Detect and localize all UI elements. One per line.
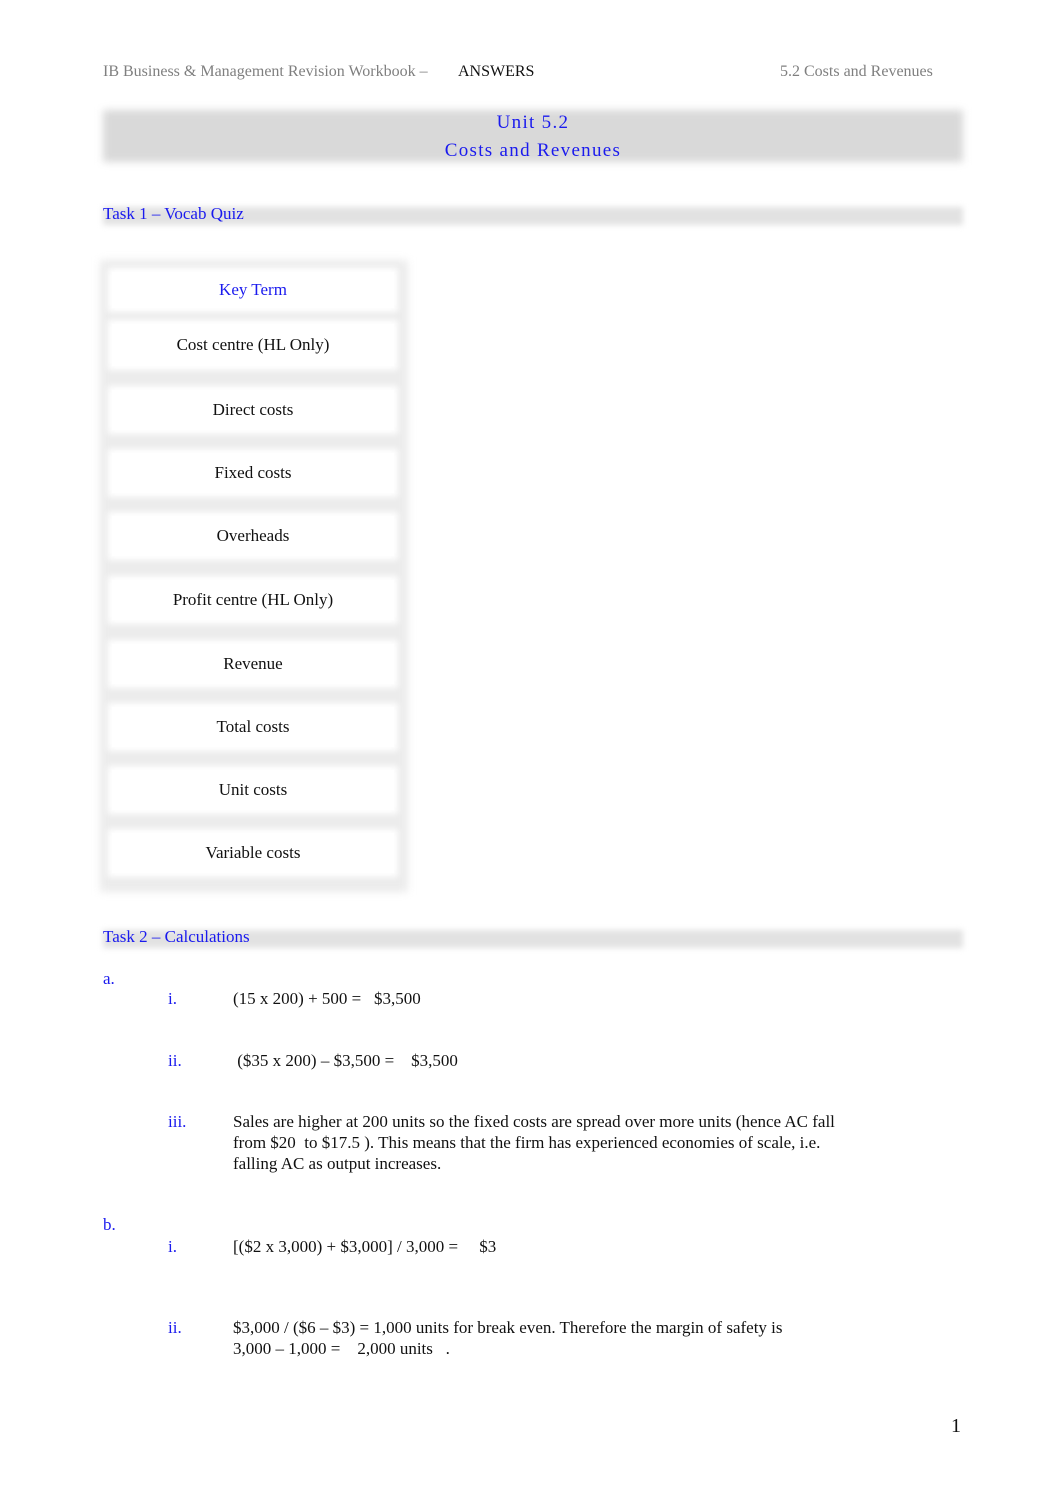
vocab-term: Overheads (216, 526, 290, 545)
part-a-iii-answer: Sales are higher at 200 units so the fix… (233, 1112, 835, 1173)
vocab-term: Total costs (216, 717, 290, 736)
page-number: 1 (951, 1415, 961, 1437)
vocab-term: Variable costs (205, 843, 301, 862)
vocab-term-row: Direct costs (112, 390, 394, 430)
part-a-i-number: i. (168, 989, 177, 1008)
vocab-term-row: Profit centre (HL Only) (112, 580, 394, 620)
vocab-term: Fixed costs (214, 463, 292, 482)
unit-number: Unit 5.2 (496, 112, 570, 133)
part-a-i-answer: (15 x 200) + 500 = $3,500 (233, 989, 421, 1008)
header-workbook-title: IB Business & Management Revision Workbo… (103, 63, 428, 80)
task2-heading: Task 2 – Calculations (103, 927, 250, 946)
vocab-term-row: Fixed costs (112, 453, 394, 493)
part-a-label: a. (103, 969, 115, 988)
part-b-label: b. (103, 1215, 116, 1234)
vocab-term: Cost centre (HL Only) (176, 335, 330, 354)
vocab-table-header: Key Term (112, 272, 394, 308)
part-b-ii-answer: $3,000 / ($6 – $3) = 1,000 units for bre… (233, 1318, 783, 1358)
vocab-term-row: Total costs (112, 707, 394, 747)
unit-title: Costs and Revenues (444, 140, 622, 161)
part-b-ii-number: ii. (168, 1318, 182, 1337)
vocab-term-row: Variable costs (112, 833, 394, 873)
vocab-term: Profit centre (HL Only) (172, 590, 334, 609)
part-a-ii-answer: ($35 x 200) – $3,500 = $3,500 (233, 1051, 458, 1070)
vocab-term-row: Unit costs (112, 770, 394, 810)
vocab-term: Revenue (223, 654, 283, 673)
part-a-ii-number: ii. (168, 1051, 182, 1070)
vocab-term-row: Overheads (112, 516, 394, 556)
vocab-term-row: Revenue (112, 644, 394, 684)
part-b-i-number: i. (168, 1237, 177, 1256)
part-a-iii-number: iii. (168, 1112, 187, 1131)
task1-heading: Task 1 – Vocab Quiz (103, 204, 244, 223)
unit-title-banner: Unit 5.2 Costs and Revenues (103, 110, 963, 162)
task1-heading-band: Task 1 – Vocab Quiz (103, 204, 963, 226)
part-b-i-answer: [($2 x 3,000) + $3,000] / 3,000 = $3 (233, 1237, 497, 1256)
vocab-term: Unit costs (218, 780, 288, 799)
vocab-term-row: Cost centre (HL Only) (112, 324, 394, 366)
key-term-header: Key Term (219, 280, 287, 299)
task2-heading-band: Task 2 – Calculations (103, 927, 963, 949)
vocab-term: Direct costs (212, 400, 294, 419)
header-section-title: 5.2 Costs and Revenues (780, 63, 933, 80)
header-answers-label: ANSWERS (458, 63, 535, 80)
vocab-table: Key Term Cost centre (HL Only) Direct co… (100, 260, 408, 892)
